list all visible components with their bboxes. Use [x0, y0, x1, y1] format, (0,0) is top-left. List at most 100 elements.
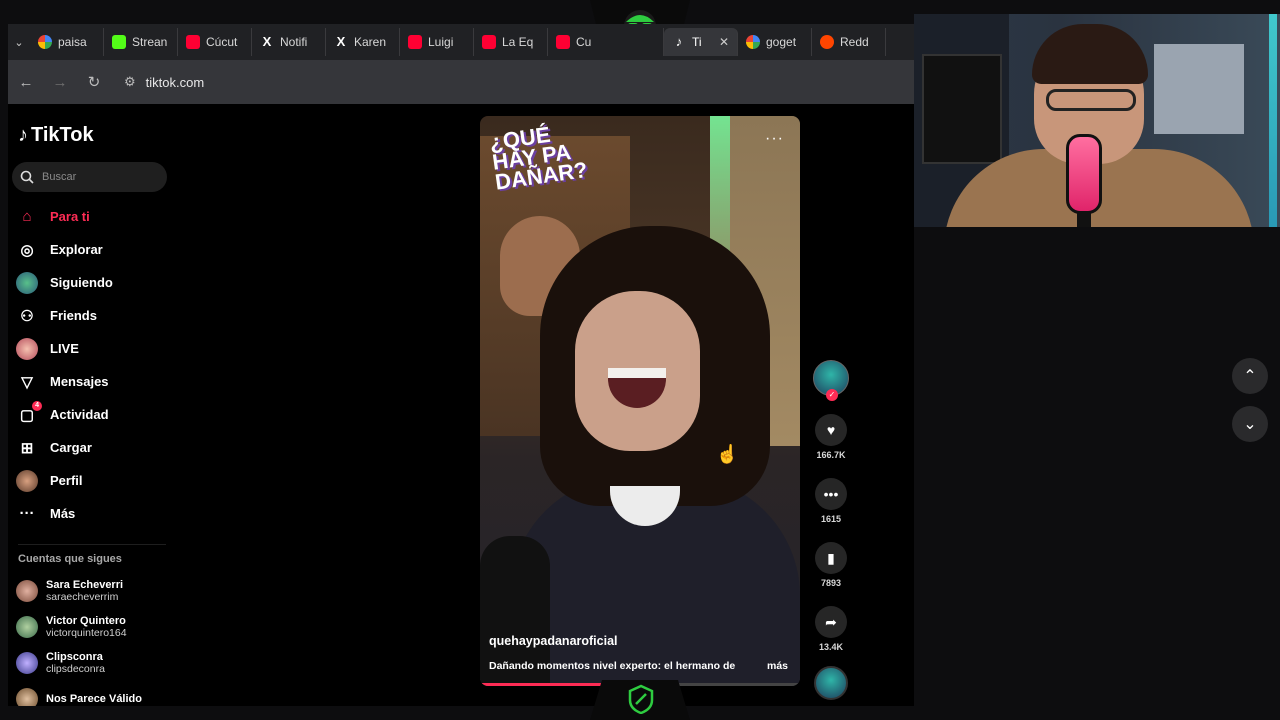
- video-description: Dañando momentos nivel experto: el herma…: [489, 660, 736, 672]
- tab-title: Ti: [692, 35, 702, 49]
- tiktok-page: ♪ TikTok ⌂ Para ti ◎ Explorar Siguiendo …: [8, 104, 914, 706]
- following-account[interactable]: Nos Parece Válido: [16, 681, 176, 706]
- cam-mic: [1066, 134, 1102, 214]
- tab-search-icon[interactable]: ⌄: [8, 36, 30, 49]
- following-account[interactable]: Victor Quintero victorquintero164: [16, 609, 176, 645]
- video-player[interactable]: ¿QUÉ HAY PA DAÑAR? ··· ☝ quehaypadanarof…: [480, 116, 800, 686]
- activity-badge: 4: [32, 400, 42, 411]
- nav-label: Para ti: [50, 209, 90, 224]
- browser-tab[interactable]: Strean: [104, 28, 178, 56]
- tab-title: paisa: [58, 35, 87, 49]
- nav-item-mensajes[interactable]: ▽ Mensajes: [16, 365, 176, 398]
- search-input[interactable]: [42, 171, 152, 183]
- browser-tab[interactable]: Cu: [548, 28, 664, 56]
- youtube-icon: [482, 35, 496, 49]
- cam-frame-left: [922, 54, 1002, 164]
- following-account[interactable]: Clipsconra clipsdeconra: [16, 645, 176, 681]
- follow-check-icon[interactable]: ✓: [826, 389, 838, 401]
- following-account[interactable]: Sara Echeverri saraecheverrim: [16, 573, 176, 609]
- browser-tab[interactable]: paisa: [30, 28, 104, 56]
- previous-video-button[interactable]: ⌃: [1232, 358, 1268, 394]
- heart-icon[interactable]: ♥: [815, 414, 847, 446]
- browser-tab[interactable]: X Notifi: [252, 28, 326, 56]
- close-tab-icon[interactable]: ✕: [719, 35, 729, 49]
- nav-item-explorar[interactable]: ◎ Explorar: [16, 233, 176, 266]
- following-avatar-icon: [16, 271, 38, 294]
- chevron-up-icon: ⌃: [1243, 368, 1257, 385]
- share-icon[interactable]: ➦: [815, 606, 847, 638]
- music-disc-icon[interactable]: [814, 666, 848, 700]
- cam-frame-right: [1154, 44, 1244, 134]
- sidebar-divider: [18, 544, 166, 545]
- more-icon: ···: [19, 505, 35, 522]
- account-handle: victorquintero164: [46, 627, 127, 639]
- upload-icon: ⊞: [20, 439, 34, 457]
- friends-icon: ⚇: [20, 307, 34, 325]
- account-name: Nos Parece Válido: [46, 693, 142, 705]
- browser-tab[interactable]: X Karen: [326, 28, 400, 56]
- tiktok-logo-text: TikTok: [31, 124, 94, 146]
- nav-item-siguiendo[interactable]: Siguiendo: [16, 266, 176, 299]
- nav-item-cargar[interactable]: ⊞ Cargar: [16, 431, 176, 464]
- see-more-link[interactable]: más: [767, 660, 788, 672]
- account-name: Clipsconra: [46, 651, 103, 663]
- nav-label: Mensajes: [50, 374, 109, 389]
- more-options-icon[interactable]: ···: [765, 130, 784, 148]
- nav-label: Cargar: [50, 440, 92, 455]
- shield-logo-icon: [628, 684, 654, 714]
- kick-icon: [112, 35, 126, 49]
- search-box[interactable]: [12, 162, 167, 192]
- browser-tab[interactable]: La Eq: [474, 28, 548, 56]
- save-action[interactable]: ▮ 7893: [811, 542, 851, 588]
- tab-title: Cúcut: [206, 35, 238, 49]
- video-progress-fill: [480, 683, 602, 686]
- nav-item-actividad[interactable]: ▢ 4 Actividad: [16, 398, 176, 431]
- comment-count: 1615: [820, 514, 842, 524]
- compass-icon: ◎: [20, 241, 34, 259]
- browser-tab[interactable]: Redd: [812, 28, 886, 56]
- avatar: [16, 616, 38, 638]
- nav-item-para-ti[interactable]: ⌂ Para ti: [16, 200, 176, 233]
- browser-tab[interactable]: goget: [738, 28, 812, 56]
- profile-avatar-icon: [16, 469, 38, 492]
- tiktok-note-icon: ♪: [18, 124, 28, 146]
- nav-item-live[interactable]: LIVE: [16, 332, 176, 365]
- youtube-icon: [186, 35, 200, 49]
- url-text: tiktok.com: [145, 74, 205, 90]
- google-icon: [746, 35, 760, 49]
- reload-icon[interactable]: ↻: [82, 70, 106, 94]
- comment-action[interactable]: ••• 1615: [811, 478, 851, 524]
- like-action[interactable]: ♥ 166.7K: [811, 414, 851, 460]
- youtube-icon: [556, 35, 570, 49]
- video-username[interactable]: quehaypadanaroficial: [489, 634, 618, 648]
- creator-avatar[interactable]: ✓: [813, 360, 849, 401]
- send-icon: ▽: [21, 373, 33, 391]
- cam-glasses: [1046, 89, 1136, 111]
- next-video-button[interactable]: ⌄: [1232, 406, 1268, 442]
- browser-tab-strip: ⌄ paisa Strean Cúcut X Notifi X Karen Lu…: [8, 24, 914, 60]
- nav-label: LIVE: [50, 341, 79, 356]
- browser-tab[interactable]: Luigi: [400, 28, 474, 56]
- stream-frame: ⌄ paisa Strean Cúcut X Notifi X Karen Lu…: [0, 0, 1280, 720]
- webcam-overlay: [914, 14, 1280, 227]
- forward-arrow-icon[interactable]: →: [48, 70, 72, 94]
- address-bar[interactable]: ⚙ tiktok.com: [124, 74, 204, 90]
- search-icon: [20, 170, 34, 184]
- google-icon: [38, 35, 52, 49]
- comment-icon[interactable]: •••: [815, 478, 847, 510]
- account-name: Sara Echeverri: [46, 579, 124, 591]
- nav-item-friends[interactable]: ⚇ Friends: [16, 299, 176, 332]
- browser-tab[interactable]: Cúcut: [178, 28, 252, 56]
- account-handle: saraecheverrim: [46, 591, 119, 603]
- tab-title: Redd: [840, 35, 869, 49]
- back-arrow-icon[interactable]: ←: [14, 70, 38, 94]
- nav-item-mas[interactable]: ··· Más: [16, 497, 176, 530]
- cam-led-strip: [1269, 14, 1277, 227]
- site-info-icon[interactable]: ⚙: [124, 74, 136, 90]
- browser-tab-active[interactable]: ♪ Ti ✕: [664, 28, 738, 56]
- bookmark-icon[interactable]: ▮: [815, 542, 847, 574]
- share-action[interactable]: ➦ 13.4K: [811, 606, 851, 652]
- nav-item-perfil[interactable]: Perfil: [16, 464, 176, 497]
- tiktok-logo[interactable]: ♪ TikTok: [18, 124, 94, 147]
- chevron-down-icon: ⌄: [1243, 416, 1257, 433]
